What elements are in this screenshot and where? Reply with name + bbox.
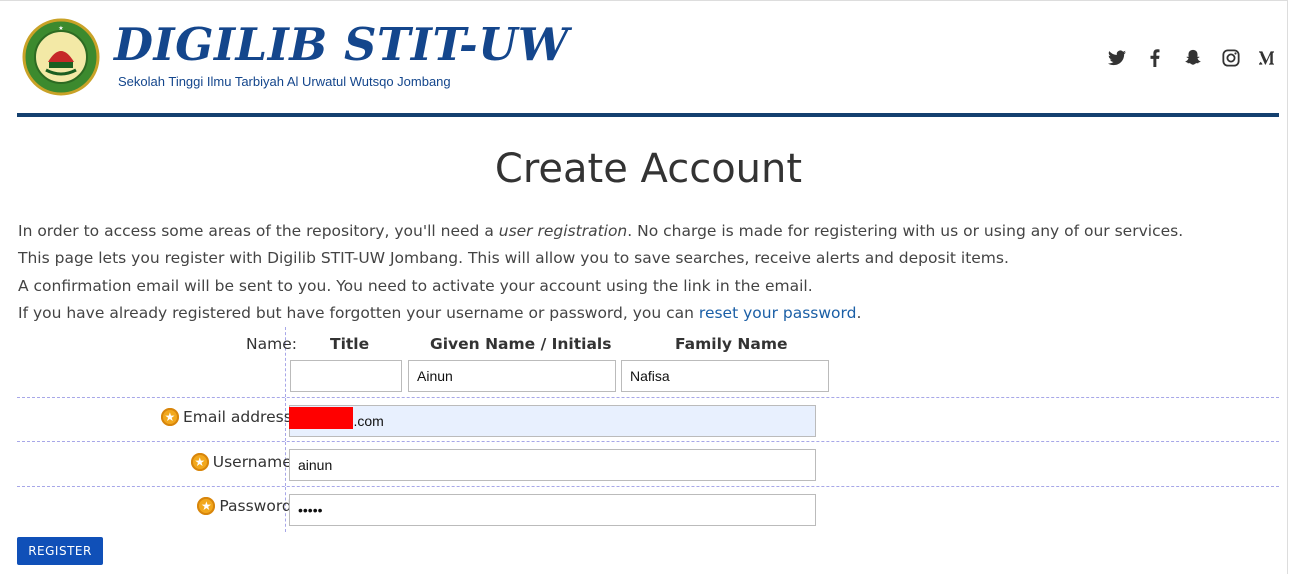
name-label: Name: — [246, 335, 297, 353]
intro-line-2: This page lets you register with Digilib… — [18, 249, 1009, 268]
intro-text: In order to access some areas of the rep… — [18, 218, 1183, 328]
intro-line-4: If you have already registered but have … — [18, 300, 1183, 327]
username-label: ★ Username: — [190, 453, 297, 471]
given-name-column-header: Given Name / Initials — [430, 335, 612, 353]
institution-logo: ★ — [22, 18, 100, 96]
header-divider — [17, 113, 1279, 117]
intro-text-part: . No charge is made for registering with… — [627, 222, 1184, 240]
email-label-text: Email address: — [182, 408, 297, 426]
reset-password-link[interactable]: reset your password — [699, 304, 857, 322]
intro-line-3: A confirmation email will be sent to you… — [18, 276, 813, 295]
facebook-icon[interactable] — [1145, 48, 1165, 68]
page-title: Create Account — [494, 146, 803, 192]
required-star-icon: ★ — [190, 453, 209, 471]
site-title[interactable]: DIGILIB STIT-UW — [114, 20, 569, 70]
name-label-text: Name: — [246, 335, 297, 353]
intro-text-part: . — [856, 304, 862, 323]
site-subtitle: Sekolah Tinggi Ilmu Tarbiyah Al Urwatul … — [118, 74, 451, 89]
required-star-icon: ★ — [197, 497, 216, 515]
intro-text-part: If you have already registered but have … — [18, 304, 699, 323]
register-button[interactable]: REGISTER — [17, 537, 103, 565]
email-label: ★ Email address: — [160, 408, 297, 426]
password-field[interactable] — [289, 494, 816, 526]
title-field[interactable] — [290, 360, 402, 392]
password-row: ★ Password: — [17, 486, 1279, 532]
redaction-block — [289, 407, 353, 429]
title-column-header: Title — [330, 335, 370, 353]
intro-line-1: In order to access some areas of the rep… — [18, 218, 1183, 245]
password-label-text: Password: — [219, 497, 297, 515]
registration-form: Name: Title Given Name / Initials Family… — [17, 327, 1279, 532]
intro-text-part: In order to access some areas of the rep… — [18, 222, 499, 240]
instagram-icon[interactable] — [1221, 48, 1241, 68]
family-name-field[interactable] — [621, 360, 829, 392]
family-name-column-header: Family Name — [675, 335, 788, 353]
username-field[interactable] — [289, 449, 816, 481]
twitter-icon[interactable] — [1107, 48, 1127, 68]
username-row: ★ Username: — [17, 441, 1279, 486]
social-links — [1107, 48, 1279, 68]
snapchat-icon[interactable] — [1183, 48, 1203, 68]
email-field[interactable] — [289, 405, 816, 437]
email-row: ★ Email address: — [17, 397, 1279, 441]
given-name-field[interactable] — [408, 360, 616, 392]
svg-text:★: ★ — [58, 25, 63, 32]
intro-emphasis: user registration — [498, 222, 628, 240]
password-label: ★ Password: — [197, 497, 297, 515]
medium-icon[interactable] — [1259, 48, 1279, 68]
name-row: Name: Title Given Name / Initials Family… — [17, 327, 1279, 397]
username-label-text: Username: — [212, 453, 297, 471]
required-star-icon: ★ — [160, 408, 179, 426]
